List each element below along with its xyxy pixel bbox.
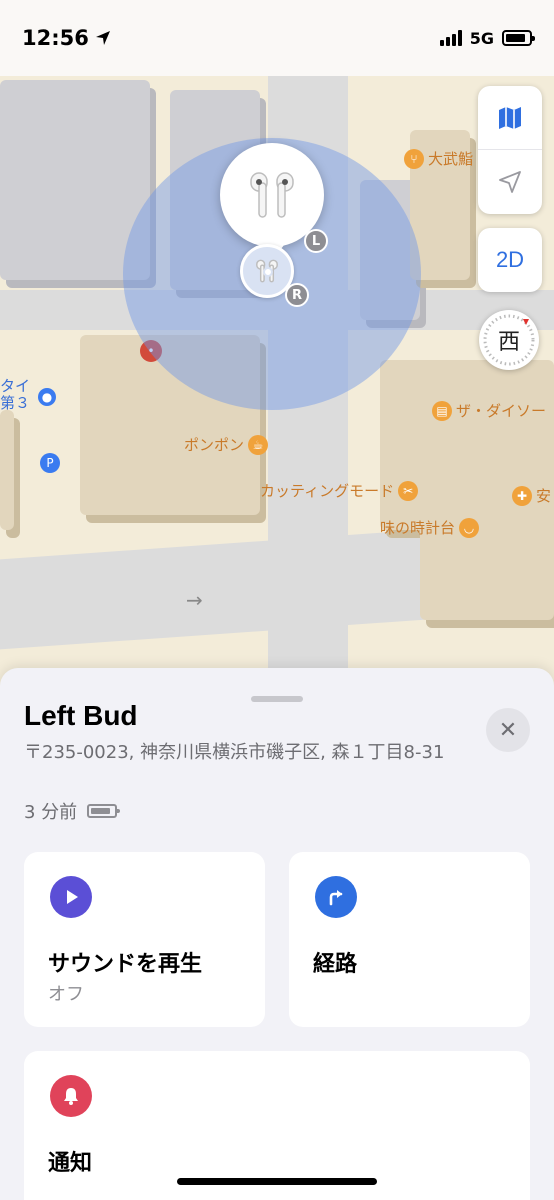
- location-arrow-icon: [499, 171, 521, 193]
- poi-marker[interactable]: ●: [38, 388, 56, 406]
- battery-level: [506, 34, 525, 42]
- location-services-icon: [95, 31, 110, 45]
- directions-arrow-icon: [315, 876, 357, 918]
- last-seen-time: 3 分前: [24, 802, 78, 823]
- device-meta: 3 分前: [24, 798, 121, 824]
- view-2d-button[interactable]: 2D: [478, 228, 542, 292]
- notifications-label: 通知: [48, 1151, 93, 1176]
- location-arrow-button[interactable]: [478, 150, 542, 214]
- battery-icon: [87, 804, 121, 818]
- status-time: 12:56: [22, 26, 111, 50]
- map-controls-group: [478, 86, 542, 214]
- play-sound-label: サウンドを再生: [48, 952, 203, 977]
- home-indicator[interactable]: [177, 1178, 377, 1185]
- poi-pharmacy[interactable]: ✚ 安: [512, 485, 551, 506]
- building: [0, 410, 14, 530]
- device-address: 〒235-0023, 神奈川県横浜市磯子区, 森１丁目8-31: [24, 742, 445, 763]
- directions-card[interactable]: 経路: [289, 852, 530, 1027]
- poi-salon[interactable]: カッティングモード ✂: [260, 480, 419, 501]
- bowl-icon: ◡: [459, 517, 480, 538]
- airpods-icon: [250, 172, 294, 218]
- fork-knife-icon: ⑂: [404, 148, 424, 169]
- right-badge: R: [285, 283, 309, 307]
- map-mode-button[interactable]: [478, 86, 542, 150]
- poi-cafe[interactable]: ポンポン ☕: [184, 434, 269, 455]
- status-bar: 12:56 5G: [0, 0, 554, 76]
- scissors-icon: ✂: [398, 480, 419, 501]
- coffee-cup-icon: ☕: [248, 434, 269, 455]
- network-type: 5G: [469, 28, 494, 48]
- map-icon: [499, 106, 521, 129]
- left-bud-pin[interactable]: L: [220, 143, 328, 261]
- right-bud-pin[interactable]: R: [240, 244, 309, 307]
- status-indicators: 5G: [439, 28, 535, 48]
- play-sound-status: オフ: [48, 984, 84, 1005]
- close-button[interactable]: ✕: [486, 708, 530, 752]
- bell-icon: [50, 1075, 92, 1117]
- sheet-grabber[interactable]: [251, 696, 303, 702]
- device-title: Left Bud: [24, 700, 138, 731]
- battery-icon: [502, 30, 535, 46]
- direction-arrow-icon: →: [186, 588, 203, 612]
- close-icon: ✕: [498, 717, 518, 743]
- battery-level: [91, 808, 110, 814]
- poi-bank[interactable]: タイ 第３: [0, 378, 30, 412]
- shopping-bag-icon: ▤: [432, 400, 452, 421]
- compass-label: 西: [497, 330, 520, 355]
- poi-store[interactable]: ▤ ザ・ダイソー: [432, 400, 546, 421]
- bottom-sheet: Left Bud ✕ 〒235-0023, 神奈川県横浜市磯子区, 森１丁目8-…: [0, 668, 554, 1200]
- pharmacy-icon: ✚: [512, 485, 532, 506]
- play-icon: [50, 876, 92, 918]
- poi-restaurant-2[interactable]: 味の時計台 ◡: [380, 517, 480, 538]
- location-dot-icon: ●: [38, 388, 56, 406]
- parking-icon: P: [40, 453, 60, 473]
- location-center-dot: [263, 267, 273, 277]
- poi-parking[interactable]: P: [40, 453, 60, 473]
- compass-button[interactable]: 西: [479, 310, 539, 370]
- map-view[interactable]: ⑂ 大武鮨 ▤ ザ・ダイソー ポンポン ☕ カッティングモード ✂ 味の時計台 …: [0, 0, 554, 700]
- play-sound-card[interactable]: サウンドを再生 オフ: [24, 852, 265, 1027]
- poi-restaurant[interactable]: ⑂ 大武鮨: [404, 148, 473, 169]
- left-badge: L: [304, 229, 328, 253]
- directions-label: 経路: [313, 952, 358, 977]
- signal-icon: [439, 30, 462, 46]
